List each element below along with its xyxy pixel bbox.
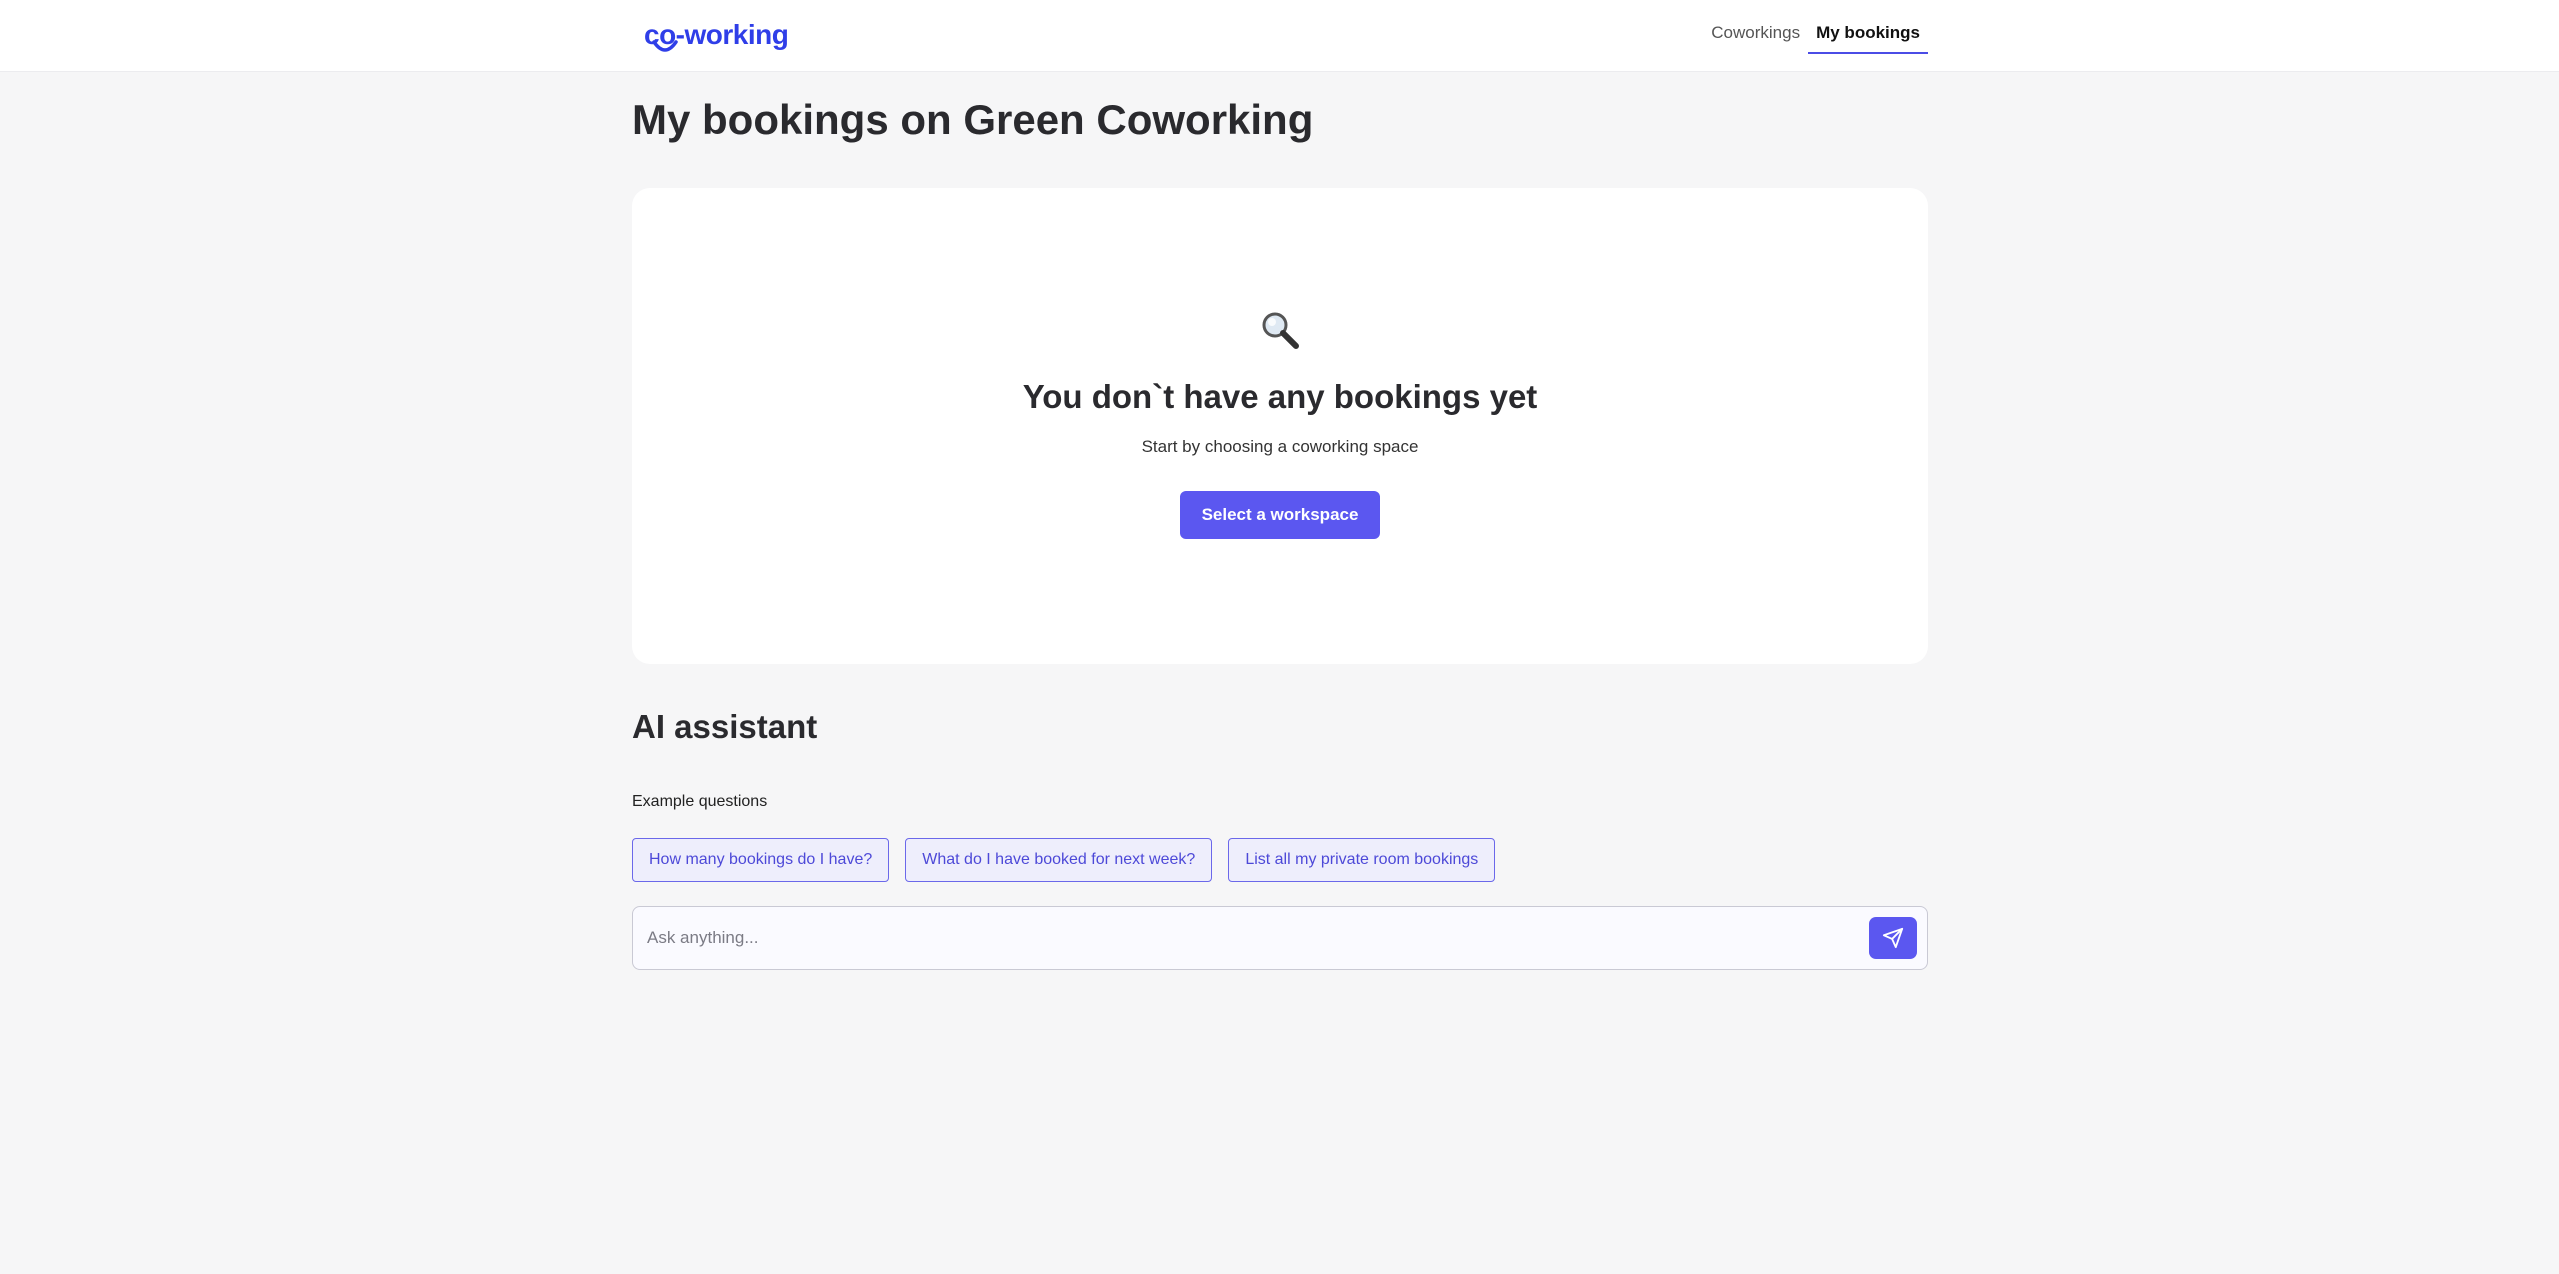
logo[interactable]: co-working <box>644 18 789 60</box>
top-navigation-bar: co-working Coworkings My bookings <box>0 0 2559 72</box>
send-button[interactable] <box>1869 917 1917 959</box>
example-questions-list: How many bookings do I have? What do I h… <box>632 838 1496 882</box>
empty-state-title: You don`t have any bookings yet <box>1022 378 1538 415</box>
example-question-chip[interactable]: What do I have booked for next week? <box>905 838 1213 882</box>
ai-assistant-title: AI assistant <box>632 708 818 745</box>
nav-item-coworkings[interactable]: Coworkings <box>1703 18 1808 54</box>
logo-smile-icon <box>652 40 678 52</box>
example-question-chip[interactable]: List all my private room bookings <box>1228 838 1496 882</box>
nav-item-my-bookings[interactable]: My bookings <box>1808 18 1928 54</box>
send-icon <box>1882 927 1904 949</box>
empty-bookings-card: You don`t have any bookings yet Start by… <box>632 188 1928 664</box>
example-questions-label: Example questions <box>632 793 768 810</box>
empty-state-subtitle: Start by choosing a coworking space <box>1141 437 1419 456</box>
select-workspace-button[interactable]: Select a workspace <box>1180 491 1380 539</box>
page-title: My bookings on Green Coworking <box>632 96 1314 143</box>
example-question-chip[interactable]: How many bookings do I have? <box>632 838 890 882</box>
ask-input[interactable] <box>647 907 1847 969</box>
main-nav: Coworkings My bookings <box>1703 18 1928 54</box>
magnifier-icon <box>632 310 1928 355</box>
ask-box <box>632 906 1928 970</box>
